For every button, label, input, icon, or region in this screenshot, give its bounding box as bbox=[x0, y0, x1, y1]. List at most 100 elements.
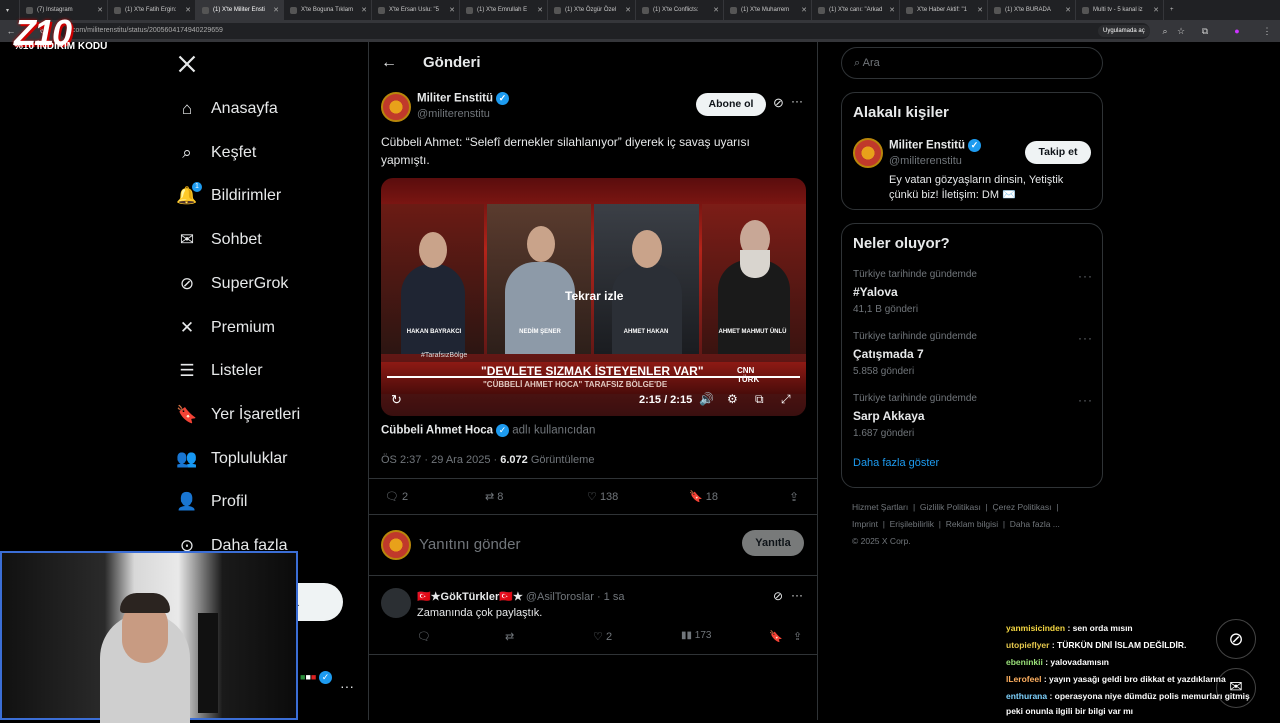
reply-repost-icon[interactable]: ⇄ bbox=[505, 630, 514, 643]
tab-close-icon[interactable]: ✕ bbox=[889, 6, 895, 14]
settings-icon[interactable]: ⚙ bbox=[727, 392, 738, 406]
tab-close-icon[interactable]: ✕ bbox=[185, 6, 191, 14]
grok-icon[interactable]: ⊘ bbox=[773, 95, 784, 111]
browser-tab[interactable]: X'te Boguna Tıklam ✕ bbox=[284, 0, 372, 20]
zoom-icon[interactable]: ⌕ bbox=[1160, 26, 1170, 36]
tab-close-icon[interactable]: ✕ bbox=[273, 6, 279, 14]
reply-reply-icon[interactable]: 🗨 bbox=[417, 630, 431, 643]
tab-close-icon[interactable]: ✕ bbox=[97, 6, 103, 14]
browser-tab[interactable]: (1) X'te Muharrem ✕ bbox=[724, 0, 812, 20]
trend-more-icon[interactable]: ··· bbox=[1078, 393, 1093, 407]
tab-close-icon[interactable]: ✕ bbox=[1065, 6, 1071, 14]
reply-input[interactable]: Yanıtını gönder bbox=[419, 536, 520, 553]
browser-tab[interactable]: (1) X'te canı: "Arkad ✕ bbox=[812, 0, 900, 20]
tab-close-icon[interactable]: ✕ bbox=[449, 6, 455, 14]
trend-more-icon[interactable]: ··· bbox=[1078, 331, 1093, 345]
video-progress-track[interactable] bbox=[387, 376, 800, 378]
footer-link[interactable]: Gizlilik Politikası bbox=[920, 502, 981, 512]
sidebar-item-8[interactable]: 👥 Topluluklar bbox=[176, 444, 287, 474]
browser-tab[interactable]: (1) X'te Fatih Ergin: ✕ bbox=[108, 0, 196, 20]
reply-avatar[interactable] bbox=[381, 588, 411, 618]
pip-icon[interactable]: ⧉ bbox=[755, 392, 764, 407]
browser-tab[interactable]: (1) X'te Özgür Özel ✕ bbox=[548, 0, 636, 20]
grok-float-icon[interactable]: ⊘ bbox=[1216, 619, 1256, 659]
post-more-icon[interactable]: ··· bbox=[791, 94, 803, 108]
grok-icon[interactable]: ⊘ bbox=[773, 589, 783, 603]
back-arrow-icon[interactable]: ← bbox=[381, 54, 397, 72]
like-action[interactable]: ♡ 138 bbox=[587, 490, 618, 503]
reply-like-action[interactable]: ♡ 2 bbox=[593, 630, 612, 643]
tab-close-icon[interactable]: ✕ bbox=[1153, 6, 1159, 14]
volume-icon[interactable]: 🔊 bbox=[699, 392, 714, 406]
reply-button[interactable]: Yanıtla bbox=[742, 530, 804, 556]
replay-label[interactable]: Tekrar izle bbox=[565, 289, 623, 303]
star-icon[interactable]: ☆ bbox=[1176, 26, 1186, 36]
my-avatar[interactable] bbox=[381, 530, 411, 560]
profile-icon[interactable]: ● bbox=[1232, 26, 1242, 36]
browser-tab[interactable]: X'te Ersan Uslu: "5 ✕ bbox=[372, 0, 460, 20]
sidebar-item-1[interactable]: ⌕ Keşfet bbox=[176, 138, 256, 168]
account-more-icon[interactable]: ··· bbox=[340, 678, 354, 694]
author-handle[interactable]: @militerenstitu bbox=[417, 108, 490, 120]
tab-close-icon[interactable]: ✕ bbox=[625, 6, 631, 14]
url-field[interactable]: .com/militerenstitu/status/2005604174940… bbox=[60, 23, 1150, 39]
reply-handle[interactable]: @AsilToroslar bbox=[526, 591, 594, 603]
author-name[interactable]: Militer Enstitü bbox=[417, 93, 493, 105]
subscribe-button[interactable]: Abone ol bbox=[696, 93, 766, 116]
related-avatar[interactable] bbox=[853, 138, 883, 168]
browser-tab[interactable]: (1) X'te BURADA ✕ bbox=[988, 0, 1076, 20]
browser-menu-icon[interactable]: ⋮ bbox=[1262, 26, 1272, 36]
reply-author[interactable]: 🇹🇷★GökTürkler🇹🇷★ bbox=[417, 591, 523, 603]
footer-link[interactable]: Çerez Politikası bbox=[992, 502, 1051, 512]
related-name-row[interactable]: Militer Enstitü ✓ bbox=[889, 139, 982, 152]
browser-tab[interactable]: (1) X'te Emrullah E ✕ bbox=[460, 0, 548, 20]
sidebar-item-7[interactable]: 🔖 Yer İşaretleri bbox=[176, 400, 300, 430]
reply-bookmark-icon[interactable]: 🔖 bbox=[769, 630, 783, 643]
author-avatar[interactable] bbox=[381, 92, 411, 122]
footer-link[interactable]: Hizmet Şartları bbox=[852, 502, 908, 512]
reply-action[interactable]: 🗨 2 bbox=[385, 490, 408, 503]
sidebar-item-0[interactable]: ⌂ Anasayfa bbox=[176, 94, 278, 124]
browser-tab[interactable]: (1) X'te Conflicts: ✕ bbox=[636, 0, 724, 20]
footer-link[interactable]: Daha fazla ... bbox=[1010, 519, 1060, 529]
sidebar-item-5[interactable]: ✕ Premium bbox=[176, 313, 275, 343]
trend-item[interactable]: Türkiye tarihinde gündemde Çatışmada 7 5.8… bbox=[853, 331, 1093, 377]
sidebar-item-2[interactable]: 🔔 1 Bildirimler bbox=[176, 181, 281, 211]
browser-tab[interactable]: X'te Haber Aktif: "1 ✕ bbox=[900, 0, 988, 20]
tab-close-icon[interactable]: ✕ bbox=[801, 6, 807, 14]
related-handle[interactable]: @militerenstitu bbox=[889, 155, 962, 167]
share-icon[interactable]: ⇪ bbox=[789, 490, 799, 504]
reply-share-icon[interactable]: ⇪ bbox=[793, 630, 802, 643]
browser-tab[interactable]: (1) X'te Militer Ensti ✕ bbox=[196, 0, 284, 20]
sidebar-item-6[interactable]: ☰ Listeler bbox=[176, 356, 262, 386]
new-tab-icon[interactable]: + bbox=[1164, 0, 1184, 20]
tab-close-icon[interactable]: ✕ bbox=[537, 6, 543, 14]
reply-views-action[interactable]: ▮▮ 173 bbox=[681, 630, 711, 641]
open-in-app-button[interactable]: Uygulamada aç bbox=[1098, 25, 1150, 37]
repost-action[interactable]: ⇄ 8 bbox=[485, 490, 503, 503]
footer-link[interactable]: Erişilebilirlik bbox=[890, 519, 934, 529]
extensions-icon[interactable]: ⧉ bbox=[1200, 26, 1210, 36]
related-name[interactable]: Militer Enstitü bbox=[889, 140, 965, 152]
bookmark-action[interactable]: 🔖 18 bbox=[689, 490, 718, 503]
author-name-row[interactable]: Militer Enstitü ✓ bbox=[417, 92, 510, 105]
trend-item[interactable]: Türkiye tarihinde gündemde Sarp Akkaya 1.6… bbox=[853, 393, 1093, 439]
show-more-link[interactable]: Daha fazla göster bbox=[853, 457, 939, 469]
footer-link[interactable]: Reklam bilgisi bbox=[946, 519, 998, 529]
x-logo-icon[interactable] bbox=[177, 54, 197, 74]
post-time[interactable]: ÖS 2:37 · 29 Ara 2025 bbox=[381, 454, 490, 466]
tab-close-icon[interactable]: ✕ bbox=[977, 6, 983, 14]
fullscreen-icon[interactable]: ⤢ bbox=[781, 392, 791, 407]
replay-icon[interactable]: ↻ bbox=[391, 392, 402, 408]
trend-item[interactable]: Türkiye tarihinde gündemde #Yalova 41,1 B … bbox=[853, 269, 1093, 315]
tab-close-icon[interactable]: ✕ bbox=[713, 6, 719, 14]
tab-close-icon[interactable]: ✕ bbox=[361, 6, 367, 14]
search-field[interactable]: ⌕ Ara bbox=[841, 47, 1103, 79]
sidebar-item-4[interactable]: ⊘ SuperGrok bbox=[176, 269, 289, 299]
tagged-user[interactable]: Cübbeli Ahmet Hoca bbox=[381, 425, 493, 437]
footer-link[interactable]: Imprint bbox=[852, 519, 878, 529]
follow-button[interactable]: Takip et bbox=[1025, 141, 1091, 164]
video-player[interactable]: HAKAN BAYRAKCI NEDİM ŞENER AHMET HAKAN A… bbox=[381, 178, 806, 416]
reply-more-icon[interactable]: ··· bbox=[791, 588, 803, 602]
trend-more-icon[interactable]: ··· bbox=[1078, 269, 1093, 283]
